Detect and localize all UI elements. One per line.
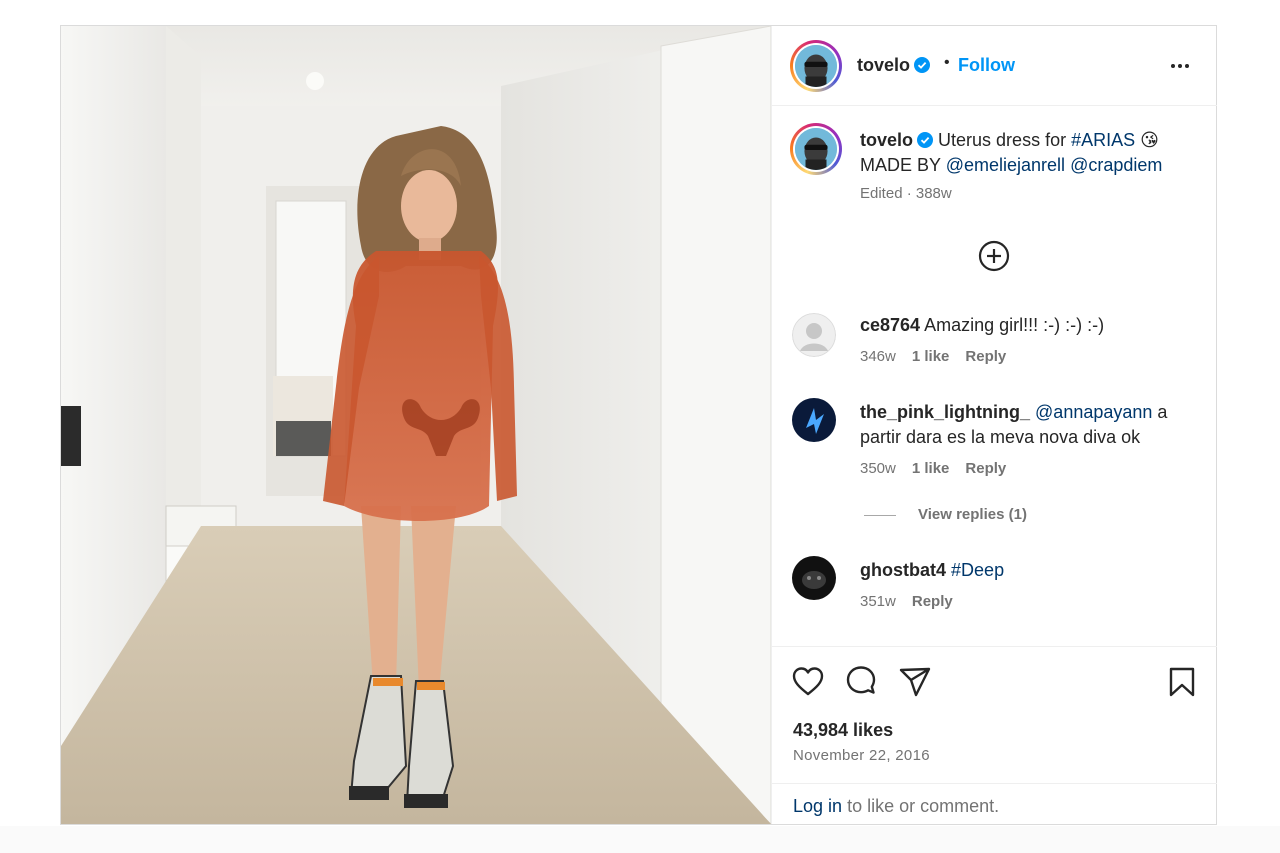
comment-mention[interactable]: @annapayann — [1035, 402, 1152, 422]
reply-button[interactable]: Reply — [912, 593, 953, 610]
heart-icon[interactable] — [791, 665, 825, 699]
post-side-panel: tovelo • Follow tovelo Uterus dress for — [771, 26, 1217, 824]
comment-avatar[interactable] — [792, 556, 836, 600]
comment-avatar[interactable] — [792, 313, 836, 357]
login-link[interactable]: Log in — [793, 796, 842, 816]
author-avatar-image — [795, 45, 837, 87]
login-prompt: Log in to like or comment. — [772, 783, 1217, 825]
comment-username[interactable]: ce8764 — [860, 315, 920, 335]
comment-meta: 350w 1 like Reply — [860, 460, 1022, 477]
page-bottom-band — [0, 826, 1280, 853]
comment-text: ce8764 Amazing girl!!! :-) :-) :-) — [860, 313, 1195, 338]
caption-author-avatar[interactable] — [790, 123, 842, 175]
login-prompt-rest: to like or comment. — [847, 796, 1000, 816]
comment-meta: 351w Reply — [860, 593, 969, 610]
caption-emoji: 😘 — [1140, 130, 1159, 150]
caption-verified-badge-icon — [917, 132, 934, 148]
view-replies-label: View replies (1) — [918, 506, 1027, 523]
more-options-icon[interactable] — [1168, 56, 1192, 76]
view-replies-button[interactable]: View replies (1) — [864, 506, 1027, 523]
author-username[interactable]: tovelo — [857, 55, 931, 76]
default-avatar-icon — [792, 313, 836, 357]
caption-text-1: Uterus dress for — [938, 130, 1067, 150]
comment-username[interactable]: the_pink_lightning_ — [860, 402, 1030, 422]
comment-age: 351w — [860, 593, 896, 610]
post-photo[interactable] — [61, 26, 771, 824]
caption-text-2: MADE BY — [860, 155, 941, 175]
comment-hashtag[interactable]: #Deep — [951, 560, 1004, 580]
post-header: tovelo • Follow — [772, 26, 1217, 106]
post-dialog: tovelo • Follow tovelo Uterus dress for — [60, 25, 1217, 825]
comment-avatar-image — [792, 556, 836, 600]
follow-button[interactable]: Follow — [958, 55, 1015, 76]
reply-button[interactable]: Reply — [965, 460, 1006, 477]
post-photo-illustration — [61, 26, 771, 824]
separator-dot: • — [944, 54, 950, 71]
login-prompt-text: Log in to like or comment. — [793, 796, 999, 817]
post-date[interactable]: November 22, 2016 — [793, 747, 930, 764]
comment-text: the_pink_lightning_ @annapayann a partir… — [860, 400, 1195, 450]
post-actions: 43,984 likes November 22, 2016 Log in to… — [772, 646, 1217, 824]
comment-likes[interactable]: 1 like — [912, 348, 950, 365]
post-caption: tovelo Uterus dress for #ARIAS 😘 MADE BY… — [860, 128, 1200, 178]
bookmark-icon[interactable] — [1165, 665, 1199, 699]
caption-avatar-image — [795, 128, 837, 170]
comment-age: 350w — [860, 460, 896, 477]
likes-count[interactable]: 43,984 likes — [793, 720, 893, 741]
comment-text: ghostbat4 #Deep — [860, 558, 1195, 583]
comment-icon[interactable] — [844, 665, 878, 699]
caption-mention-2[interactable]: @crapdiem — [1070, 155, 1162, 175]
caption-meta: Edited · 388w — [860, 185, 952, 202]
caption-mention-1[interactable]: @emeliejanrell — [946, 155, 1065, 175]
comment-username[interactable]: ghostbat4 — [860, 560, 946, 580]
comment-avatar[interactable] — [792, 398, 836, 442]
comment-body: Amazing girl!!! :-) :-) :-) — [924, 315, 1105, 335]
comment-avatar-image — [792, 398, 836, 442]
load-more-comments-icon[interactable] — [978, 240, 1010, 272]
share-icon[interactable] — [898, 665, 932, 699]
verified-badge-icon — [914, 57, 931, 73]
comment-meta: 346w 1 like Reply — [860, 348, 1022, 365]
caption-hashtag[interactable]: #ARIAS — [1071, 130, 1135, 150]
replies-divider-line — [864, 514, 896, 516]
author-avatar[interactable] — [790, 40, 842, 92]
comment-age: 346w — [860, 348, 896, 365]
caption-username[interactable]: tovelo — [860, 130, 913, 150]
comment-likes[interactable]: 1 like — [912, 460, 950, 477]
reply-button[interactable]: Reply — [965, 348, 1006, 365]
